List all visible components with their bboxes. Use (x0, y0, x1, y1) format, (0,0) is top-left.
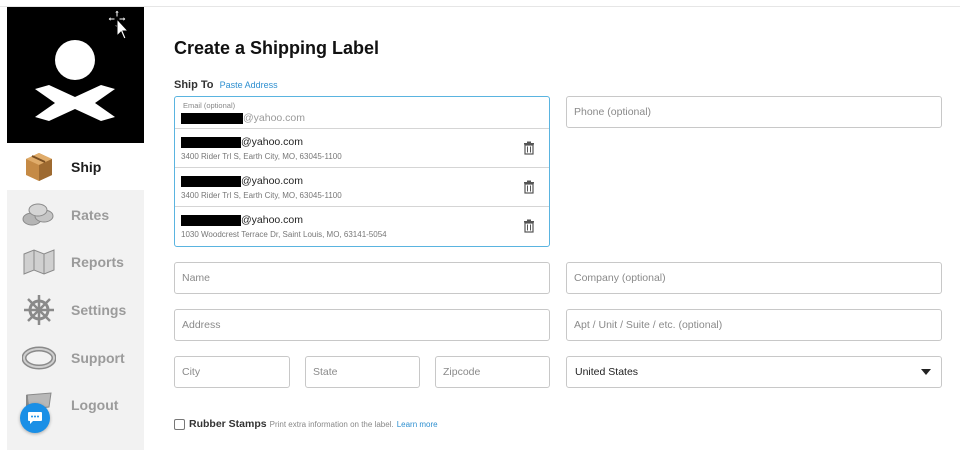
email-autocomplete: Email (optional) @yahoo.com @yahoo.com 3… (174, 96, 550, 247)
sidebar-item-rates[interactable]: Rates (7, 191, 144, 238)
zipcode-field[interactable] (435, 356, 550, 388)
suggestion-address: 1030 Woodcrest Terrace Dr, Saint Louis, … (181, 230, 387, 239)
life-ring-icon (21, 340, 57, 376)
name-field[interactable] (174, 262, 550, 294)
suggestion-email: @yahoo.com (241, 136, 304, 148)
redacted-text (181, 175, 241, 187)
ship-wheel-icon (21, 292, 57, 328)
company-input[interactable] (574, 272, 941, 284)
chat-bubble-icon (28, 412, 42, 424)
country-select[interactable]: United States (566, 356, 942, 388)
sidebar-item-label: Support (71, 349, 125, 366)
trash-icon[interactable] (522, 180, 536, 194)
email-suggestion[interactable]: @yahoo.com 3400 Rider Trl S, Earth City,… (175, 168, 549, 207)
email-suggestion[interactable]: @yahoo.com 3400 Rider Trl S, Earth City,… (175, 129, 549, 168)
state-input[interactable] (313, 366, 419, 378)
box-icon (21, 149, 57, 185)
sidebar-item-label: Reports (71, 253, 124, 270)
sidebar-item-label: Logout (71, 396, 119, 413)
name-input[interactable] (182, 272, 549, 284)
email-value-suffix: @yahoo.com (243, 112, 306, 124)
coins-icon (21, 197, 57, 233)
rubber-stamps-row: Rubber Stamps Print extra information on… (174, 418, 438, 430)
email-field-label: Email (optional) (183, 101, 236, 110)
suggestion-email: @yahoo.com (241, 214, 304, 226)
ship-to-label: Ship To (174, 79, 214, 91)
mouse-cursor-icon (107, 9, 130, 45)
sidebar-item-settings[interactable]: Settings (7, 286, 144, 333)
redacted-text (181, 136, 241, 148)
email-field[interactable]: Email (optional) @yahoo.com (175, 97, 549, 129)
sidebar-item-label: Rates (71, 206, 110, 223)
rubber-stamps-label: Rubber Stamps (189, 418, 267, 430)
redacted-text (181, 214, 241, 226)
trash-icon[interactable] (522, 219, 536, 233)
address-input[interactable] (182, 319, 549, 331)
chat-button[interactable] (20, 403, 50, 433)
rubber-stamps-description: Print extra information on the label. (269, 419, 394, 429)
sidebar-item-ship[interactable]: Ship (7, 143, 144, 190)
apt-input[interactable] (574, 319, 941, 331)
page-title: Create a Shipping Label (174, 38, 380, 58)
city-input[interactable] (182, 366, 289, 378)
map-icon (21, 244, 57, 280)
caret-down-icon (921, 369, 931, 375)
suggestion-email: @yahoo.com (241, 175, 304, 187)
phone-field[interactable] (566, 96, 942, 128)
city-field[interactable] (174, 356, 290, 388)
zipcode-input[interactable] (443, 366, 549, 378)
paste-address-link[interactable]: Paste Address (220, 80, 278, 90)
address-field[interactable] (174, 309, 550, 341)
suggestion-address: 3400 Rider Trl S, Earth City, MO, 63045-… (181, 152, 342, 161)
top-divider (0, 6, 960, 7)
company-field[interactable] (566, 262, 942, 294)
sidebar: Ship Rates Reports Settings Support Logo… (7, 7, 144, 450)
email-suggestion[interactable]: @yahoo.com 1030 Woodcrest Terrace Dr, Sa… (175, 207, 549, 246)
sidebar-item-label: Ship (71, 158, 102, 175)
sidebar-item-support[interactable]: Support (7, 334, 144, 381)
apt-field[interactable] (566, 309, 942, 341)
suggestion-address: 3400 Rider Trl S, Earth City, MO, 63045-… (181, 191, 342, 200)
country-selected-value: United States (575, 366, 639, 378)
sidebar-item-label: Settings (71, 301, 127, 318)
sidebar-item-reports[interactable]: Reports (7, 238, 144, 285)
redacted-text (181, 112, 243, 124)
trash-icon[interactable] (522, 141, 536, 155)
state-field[interactable] (305, 356, 420, 388)
learn-more-link[interactable]: Learn more (397, 420, 438, 429)
rubber-stamps-checkbox[interactable] (174, 418, 185, 430)
ship-to-heading: Ship To Paste Address (174, 79, 278, 91)
phone-input[interactable] (574, 106, 941, 118)
